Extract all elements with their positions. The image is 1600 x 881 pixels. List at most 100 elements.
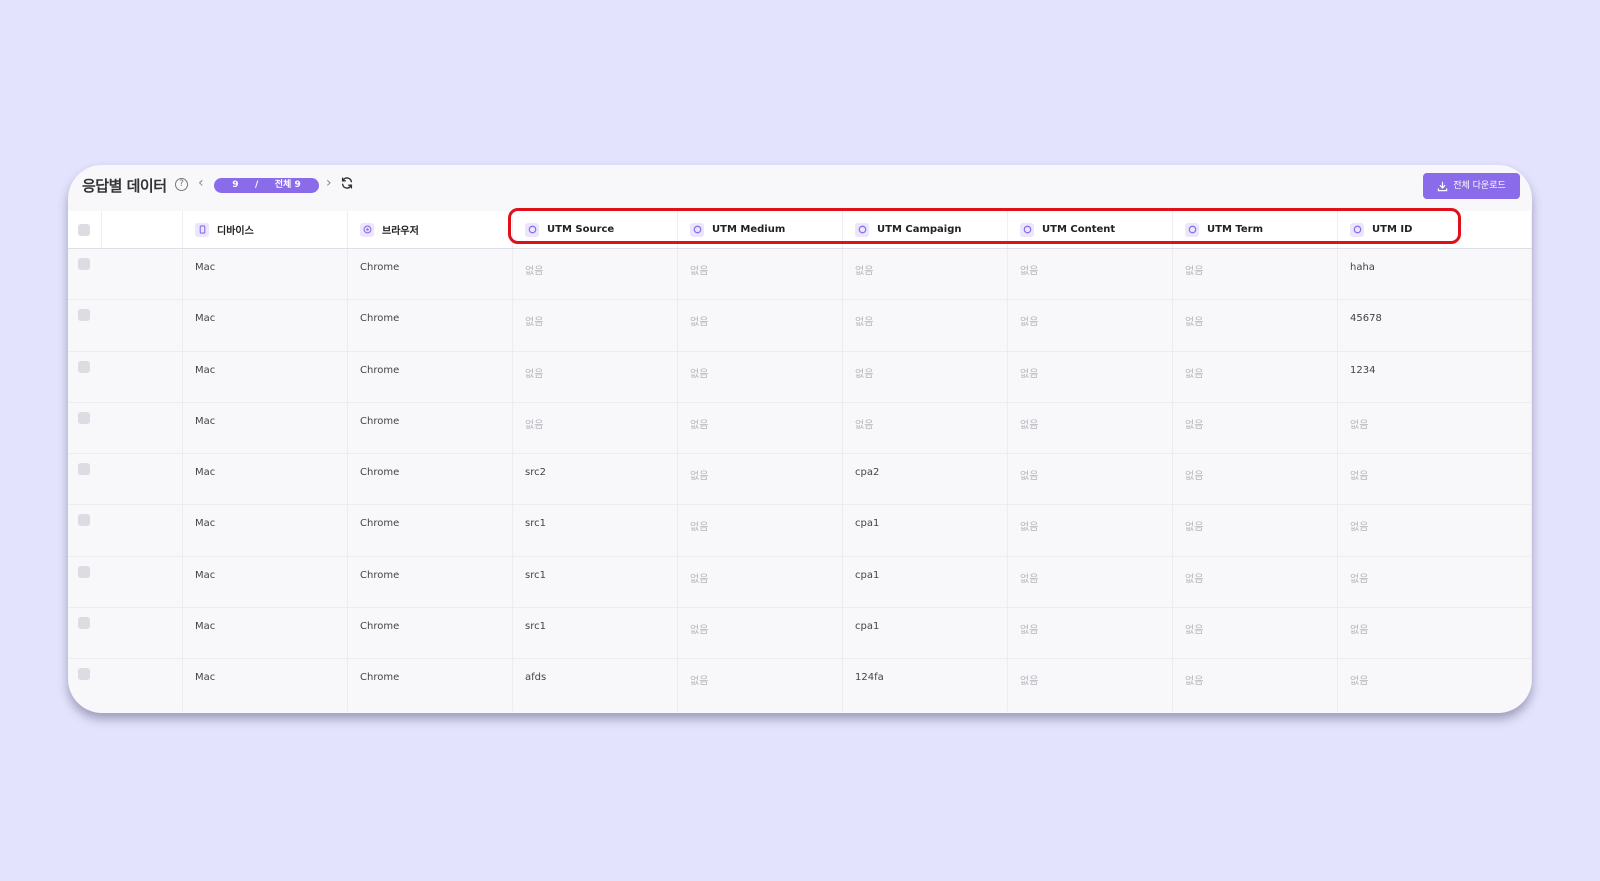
column-header[interactable]: 브라우저 <box>348 211 513 248</box>
column-header-label: 브라우저 <box>382 226 419 237</box>
row-checkbox[interactable] <box>78 565 90 578</box>
pager-current: 9 <box>232 180 239 190</box>
table-cell: 없음 <box>843 402 1008 454</box>
table-row[interactable]: Mac Chrome 없음 없음 없음 없음 없음 45678 <box>68 300 1532 352</box>
column-header[interactable]: 디바이스 <box>183 211 348 248</box>
table-cell: 없음 <box>1008 659 1173 711</box>
table-row[interactable]: Mac Chrome afds 없음 124fa 없음 없음 없음 <box>68 659 1532 711</box>
table-row[interactable]: Mac Chrome 없음 없음 없음 없음 없음 1234 <box>68 351 1532 403</box>
table-row[interactable]: Mac Chrome 없음 없음 없음 없음 없음 haha <box>68 249 1532 301</box>
table-row[interactable]: Mac Chrome 없음 없음 없음 없음 없음 없음 <box>68 402 1532 455</box>
table-cell: cpa1 <box>843 608 1008 659</box>
table-cell: cpa2 <box>843 454 1008 505</box>
column-header[interactable]: UTM Medium <box>678 211 843 248</box>
select-all-checkbox[interactable] <box>78 224 90 236</box>
table-cell: src1 <box>513 505 678 556</box>
table-cell: 없음 <box>678 249 843 300</box>
table-cell: 없음 <box>678 454 843 505</box>
page-title: 응답별 데이터 <box>82 177 167 195</box>
table-cell: src1 <box>513 556 678 608</box>
row-checkbox[interactable] <box>78 360 90 373</box>
table-cell: 없음 <box>1008 300 1173 351</box>
utm-icon <box>525 222 539 237</box>
table-cell: 없음 <box>513 351 678 402</box>
table-cell: 없음 <box>1338 454 1532 505</box>
table-cell: Mac <box>183 300 348 351</box>
row-id-cell <box>102 351 183 402</box>
column-header[interactable]: UTM Content <box>1008 211 1173 248</box>
data-table: 디바이스 브라우저 UTM Source UTM Medium UTM Campaign… <box>68 211 1532 711</box>
table-cell: 없음 <box>1173 300 1338 351</box>
select-all-cell <box>68 211 102 248</box>
table-cell: Chrome <box>348 454 513 505</box>
row-checkbox[interactable] <box>78 463 90 476</box>
row-checkbox[interactable] <box>78 617 90 630</box>
prev-page-icon[interactable]: ‹ <box>198 175 204 191</box>
table-cell: 없음 <box>1173 249 1338 300</box>
table-row[interactable]: Mac Chrome src2 없음 cpa2 없음 없음 없음 <box>68 454 1532 506</box>
column-header-label: 디바이스 <box>217 226 254 237</box>
next-page-icon[interactable]: › <box>326 175 332 191</box>
table-cell: 없음 <box>1173 608 1338 659</box>
column-header-label: UTM Medium <box>712 224 786 235</box>
utm-icon <box>1350 222 1364 237</box>
table-cell: 1234 <box>1338 351 1532 402</box>
row-checkbox[interactable] <box>78 309 90 322</box>
row-checkbox[interactable] <box>78 514 90 527</box>
pager-separator: / <box>254 180 259 190</box>
help-icon[interactable]: ? <box>175 178 188 191</box>
row-checkbox[interactable] <box>78 411 90 424</box>
utm-icon <box>1185 222 1199 237</box>
column-header[interactable]: UTM Term <box>1173 211 1338 248</box>
table-cell: 없음 <box>1173 505 1338 556</box>
row-select-cell <box>68 454 102 504</box>
table-cell: Mac <box>183 556 348 608</box>
table-cell: 없음 <box>843 249 1008 300</box>
row-select-cell <box>68 659 102 710</box>
table-cell: 없음 <box>843 300 1008 351</box>
row-checkbox[interactable] <box>78 258 90 270</box>
table-cell: 없음 <box>1338 659 1532 711</box>
table-cell: 없음 <box>1008 454 1173 505</box>
table-cell: cpa1 <box>843 505 1008 556</box>
row-id-cell <box>102 300 183 351</box>
download-all-button[interactable]: 전체 다운로드 <box>1423 173 1520 199</box>
row-id-cell <box>102 505 183 556</box>
table-cell: 없음 <box>843 351 1008 402</box>
column-header[interactable]: UTM Source <box>513 211 678 248</box>
table-cell: 124fa <box>843 659 1008 711</box>
row-id-cell <box>102 608 183 659</box>
table-cell: Chrome <box>348 300 513 351</box>
column-header-label: UTM ID <box>1372 224 1413 235</box>
column-header[interactable]: UTM Campaign <box>843 211 1008 248</box>
table-row[interactable]: Mac Chrome src1 없음 cpa1 없음 없음 없음 <box>68 608 1532 660</box>
row-id-cell <box>102 249 183 300</box>
pager-indicator: 9 / 전체 9 <box>214 178 319 193</box>
table-cell: 45678 <box>1338 300 1532 351</box>
table-cell: 없음 <box>678 505 843 556</box>
download-icon <box>1437 181 1448 191</box>
pager-total: 전체 9 <box>274 180 301 190</box>
table-cell: Mac <box>183 351 348 402</box>
table-cell: Mac <box>183 402 348 454</box>
table-cell: Mac <box>183 249 348 300</box>
column-header-label: UTM Content <box>1042 224 1116 235</box>
table-cell: Chrome <box>348 402 513 454</box>
row-select-cell <box>68 403 102 453</box>
table-cell: 없음 <box>1338 608 1532 659</box>
table-cell: 없음 <box>1008 556 1173 608</box>
table-row[interactable]: Mac Chrome src1 없음 cpa1 없음 없음 없음 <box>68 505 1532 557</box>
table-cell: 없음 <box>1173 402 1338 454</box>
table-row[interactable]: Mac Chrome src1 없음 cpa1 없음 없음 없음 <box>68 556 1532 609</box>
table-cell: 없음 <box>513 300 678 351</box>
column-header[interactable]: UTM ID <box>1338 211 1532 248</box>
table-cell: 없음 <box>1173 351 1338 402</box>
utm-icon <box>690 222 704 237</box>
response-data-card: 응답별 데이터 ? ‹ 9 / 전체 9 › 전체 다운로드 디바이스 브라우저 U… <box>68 165 1532 713</box>
table-cell: afds <box>513 659 678 711</box>
table-cell: src2 <box>513 454 678 505</box>
row-id-header <box>102 211 183 248</box>
utm-icon <box>1020 222 1034 237</box>
row-checkbox[interactable] <box>78 668 90 681</box>
refresh-icon[interactable] <box>340 176 354 190</box>
